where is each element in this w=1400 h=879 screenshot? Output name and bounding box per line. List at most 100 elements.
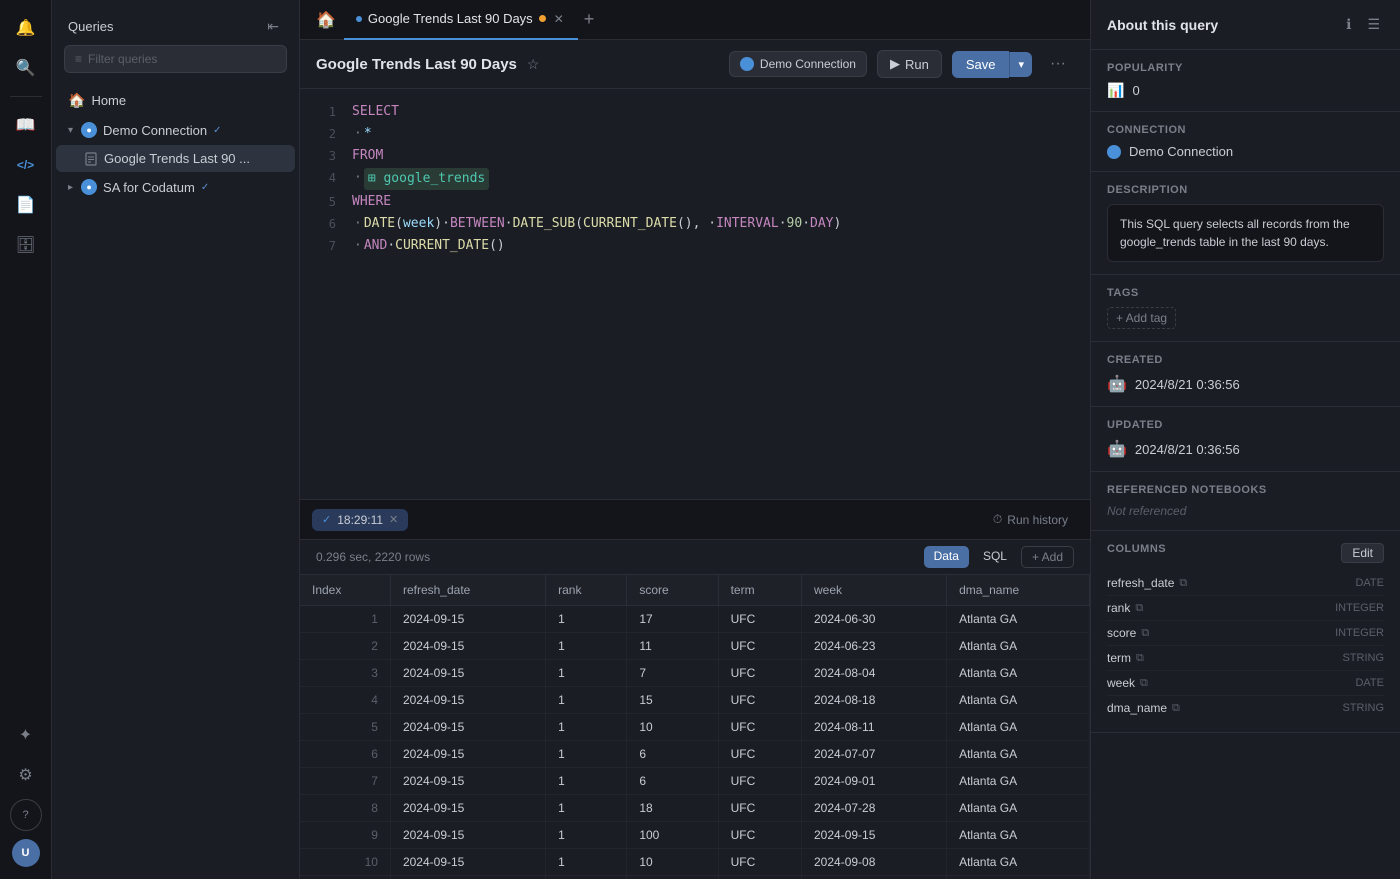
sql-line-6: 6 · DATE(week) · BETWEEN · DATE_SUB( CUR…: [300, 213, 1090, 235]
cell-refresh_date: 2024-09-15: [390, 714, 545, 741]
cell-rank: 1: [546, 606, 627, 633]
cell-refresh_date: 2024-09-15: [390, 741, 545, 768]
avatar[interactable]: U: [12, 839, 40, 867]
info-icon-button[interactable]: ℹ: [1342, 12, 1355, 37]
columns-section: Columns Edit refresh_date ⧉ DATE rank ⧉ …: [1091, 531, 1400, 733]
copy-column-icon[interactable]: ⧉: [1135, 602, 1143, 615]
tab-close-button[interactable]: ✕: [552, 10, 566, 28]
tags-area: + Add tag: [1107, 307, 1384, 329]
bar-chart-icon: 📊: [1107, 82, 1124, 99]
run-history-button[interactable]: ⏱ Run history: [983, 508, 1078, 531]
list-icon-button[interactable]: ☰: [1363, 12, 1384, 37]
nav-demo-connection[interactable]: ▾ ● Demo Connection ✓: [56, 116, 295, 144]
help-icon[interactable]: ?: [10, 799, 42, 831]
cell-term: UFC: [718, 660, 801, 687]
nav-home[interactable]: 🏠 Home: [56, 86, 295, 115]
cell-index: 9: [300, 822, 390, 849]
nav-google-trends[interactable]: Google Trends Last 90 ...: [56, 145, 295, 172]
cell-dma_name: Atlanta GA: [947, 822, 1090, 849]
home-tab-button[interactable]: 🏠: [308, 2, 344, 38]
integrations-icon[interactable]: ✦: [10, 719, 42, 751]
description-box[interactable]: This SQL query selects all records from …: [1107, 204, 1384, 262]
cell-dma_name: Atlanta GA: [947, 633, 1090, 660]
copy-column-icon[interactable]: ⧉: [1141, 627, 1149, 640]
copy-column-icon[interactable]: ⧉: [1179, 577, 1187, 590]
search-icon[interactable]: 🔍: [10, 52, 42, 84]
copy-column-icon[interactable]: ⧉: [1172, 702, 1180, 715]
nav-sa-codatum[interactable]: ▸ ● SA for Codatum ✓: [56, 173, 295, 201]
run-history-label: Run history: [1007, 513, 1068, 527]
view-data-button[interactable]: Data: [924, 546, 969, 568]
data-table: Index refresh_date rank score term week …: [300, 575, 1090, 879]
popularity-label: Popularity: [1107, 62, 1384, 74]
add-tag-button[interactable]: + Add tag: [1107, 307, 1176, 329]
database-icon[interactable]: 🗄: [10, 229, 42, 261]
cell-index: 7: [300, 768, 390, 795]
connection-display: Demo Connection: [1107, 144, 1384, 159]
cell-dma_name: Atlanta GA: [947, 741, 1090, 768]
cell-index: 3: [300, 660, 390, 687]
sql-editor[interactable]: 1 SELECT 2 ·* 3 FROM 4 ·⊞ google_trends …: [300, 89, 1090, 499]
tab-google-trends[interactable]: Google Trends Last 90 Days ✕: [344, 0, 578, 40]
cell-refresh_date: 2024-09-15: [390, 822, 545, 849]
table-row: 10 2024-09-15 1 10 UFC 2024-09-08 Atlant…: [300, 849, 1090, 876]
column-type: STRING: [1342, 652, 1384, 664]
table-row: 6 2024-09-15 1 6 UFC 2024-07-07 Atlanta …: [300, 741, 1090, 768]
view-sql-button[interactable]: SQL: [973, 546, 1017, 568]
save-button[interactable]: Save: [952, 51, 1010, 78]
save-dropdown-button[interactable]: ▾: [1009, 52, 1032, 77]
table-row: 4 2024-09-15 1 15 UFC 2024-08-18 Atlanta…: [300, 687, 1090, 714]
run-button[interactable]: ▶ Run: [877, 50, 942, 78]
copy-column-icon[interactable]: ⧉: [1136, 652, 1144, 665]
chevron-right-icon: ▸: [68, 182, 73, 193]
cell-dma_name: Atlanta GA: [947, 606, 1090, 633]
table-row: 2 2024-09-15 1 11 UFC 2024-06-23 Atlanta…: [300, 633, 1090, 660]
cell-term: UFC: [718, 633, 801, 660]
copy-column-icon[interactable]: ⧉: [1140, 677, 1148, 690]
updated-label: Updated: [1107, 419, 1384, 431]
connection-icon: ●: [81, 122, 97, 138]
columns-header: Columns Edit: [1107, 543, 1384, 563]
collapse-button[interactable]: ⇤: [263, 16, 283, 37]
result-close-button[interactable]: ✕: [389, 513, 398, 526]
star-button[interactable]: ☆: [527, 56, 540, 73]
referenced-notebooks-section: Referenced notebooks Not referenced: [1091, 472, 1400, 531]
settings-icon[interactable]: ⚙: [10, 759, 42, 791]
nav-tree: 🏠 Home ▾ ● Demo Connection ✓ Google Tren…: [52, 81, 299, 879]
cell-refresh_date: 2024-09-15: [390, 606, 545, 633]
add-chart-button[interactable]: + Add: [1021, 546, 1074, 568]
connection-badge[interactable]: Demo Connection: [729, 51, 867, 77]
sql-line-3: 3 FROM: [300, 145, 1090, 167]
result-tab[interactable]: ✓ 18:29:11 ✕: [312, 509, 408, 531]
connection-label: Connection: [1107, 124, 1384, 136]
updated-section: Updated 🤖 2024/8/21 0:36:56: [1091, 407, 1400, 472]
sa-connection-icon: ●: [81, 179, 97, 195]
results-meta-text: 0.296 sec, 2220 rows: [316, 550, 430, 564]
popularity-bar: 📊 0: [1107, 82, 1384, 99]
data-table-wrap[interactable]: Index refresh_date rank score term week …: [300, 575, 1090, 879]
cell-rank: 1: [546, 714, 627, 741]
column-name-text: refresh_date: [1107, 576, 1174, 590]
table-body: 1 2024-09-15 1 17 UFC 2024-06-30 Atlanta…: [300, 606, 1090, 879]
code-icon[interactable]: </>: [10, 149, 42, 181]
not-referenced-text: Not referenced: [1107, 504, 1384, 518]
cell-index: 5: [300, 714, 390, 741]
filter-input-wrapper[interactable]: ≡: [64, 45, 287, 73]
col-header-term: term: [718, 575, 801, 606]
bell-icon[interactable]: 🔔: [10, 12, 42, 44]
column-row: score ⧉ INTEGER: [1107, 621, 1384, 646]
more-options-button[interactable]: ···: [1042, 50, 1074, 78]
cell-index: 1: [300, 606, 390, 633]
column-name-text: week: [1107, 676, 1135, 690]
add-tab-button[interactable]: +: [578, 3, 601, 36]
queries-panel: Queries ⇤ ≡ 🏠 Home ▾ ● Demo Connection ✓: [52, 0, 300, 879]
book-icon[interactable]: 📖: [10, 109, 42, 141]
filter-queries-input[interactable]: [88, 52, 276, 66]
edit-columns-button[interactable]: Edit: [1341, 543, 1384, 563]
table-row: 9 2024-09-15 1 100 UFC 2024-09-15 Atlant…: [300, 822, 1090, 849]
nav-demo-connection-label: Demo Connection: [103, 123, 207, 138]
cell-score: 10: [627, 849, 718, 876]
file-icon[interactable]: 📄: [10, 189, 42, 221]
popularity-value: 0: [1132, 83, 1139, 98]
column-type: STRING: [1342, 702, 1384, 714]
